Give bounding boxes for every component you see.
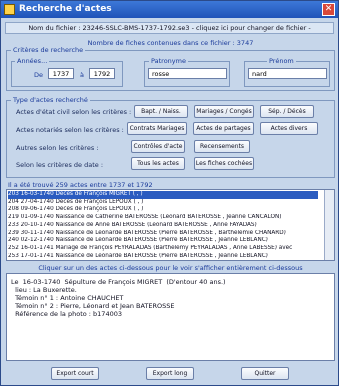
list-item[interactable]: 239 30-11-1740 Naissance de Léonarde BAT…	[8, 230, 318, 238]
fiches-cochees-button[interactable]: Les fiches cochées	[194, 157, 254, 170]
firstname-label: Prénom	[267, 57, 296, 65]
controles-acte-button[interactable]: Contrôles d'acte	[131, 140, 185, 153]
list-item[interactable]: 253 17-01-1741 Naissance de Léonarde BAT…	[8, 253, 318, 260]
window-title: Recherche d'actes	[19, 4, 112, 14]
list-item[interactable]: 252 16-01-1741 Mariage de François PEYRA…	[8, 245, 318, 253]
bapt-naiss-button[interactable]: Bapt. / Naiss.	[134, 105, 188, 118]
contrats-mariages-button[interactable]: Contrats Mariages	[127, 122, 187, 135]
firstname-input[interactable]: nard	[248, 68, 327, 79]
notary-row-label: Actes notariés selon les critères :	[16, 126, 124, 134]
criteria-group-label: Critères de recherche	[11, 46, 86, 54]
sep-deces-button[interactable]: Sép. / Décès	[260, 105, 314, 118]
other-row-label: Autres selon les critères :	[16, 144, 99, 152]
surname-label: Patronyme	[149, 57, 188, 65]
list-item[interactable]: 233 20-10-1740 Naissance de Anne BATEROS…	[8, 222, 318, 230]
year-to-input[interactable]: 1792	[89, 68, 115, 79]
export-court-button[interactable]: Export court	[51, 367, 99, 380]
actes-partages-button[interactable]: Actes de partages	[193, 122, 254, 135]
to-label: à	[80, 71, 84, 79]
date-row-label: Selon les critères de date :	[16, 161, 104, 169]
main-window: Recherche d'actes ✕ Nom du fichier : 232…	[0, 0, 339, 386]
list-item[interactable]: 203 16-03-1740 Décès de François MIGRET …	[8, 191, 318, 199]
surname-input[interactable]: rosse	[148, 68, 227, 79]
types-group-label: Type d'actes recherché	[11, 96, 90, 104]
title-bar[interactable]: Recherche d'actes ✕	[1, 1, 338, 18]
list-scrollbar[interactable]	[324, 190, 334, 260]
detail-line: Référence de la photo : b174003	[11, 310, 122, 318]
export-long-button[interactable]: Export long	[146, 367, 194, 380]
list-item[interactable]: 240 02-12-1740 Naissance de Léonarde BAT…	[8, 237, 318, 245]
list-item[interactable]: 219 01-09-1740 Naissance de Catherine BA…	[8, 214, 318, 222]
detail-line: Témoin n° 1 : Antoine CHAUCHET	[11, 294, 124, 302]
app-icon	[4, 4, 15, 15]
detail-line: Témoin n° 2 : Pierre, Léonard et Jean BA…	[11, 302, 175, 310]
close-icon[interactable]: ✕	[322, 3, 335, 16]
tous-actes-button[interactable]: Tous les actes	[131, 157, 185, 170]
list-item[interactable]: 204 27-04-1740 Décès de François LEPOUX …	[8, 199, 318, 207]
file-selector[interactable]: Nom du fichier : 23246-SSLC-BMS-1737-179…	[5, 22, 334, 34]
detail-box[interactable]: Le 16-03-1740 Sépulture de François MIGR…	[6, 273, 335, 361]
year-from-input[interactable]: 1737	[48, 68, 74, 79]
detail-hint: Cliquer sur un des actes ci-dessous pour…	[38, 264, 303, 272]
detail-line: lieu : La Buxerette.	[11, 286, 77, 294]
from-label: De	[34, 71, 44, 79]
list-item[interactable]: 208 09-06-1740 Décès de François LEPOUX …	[8, 206, 318, 214]
found-label: Il a été trouvé 259 actes entre 1737 et …	[8, 181, 153, 189]
civil-row-label: Actes d'état civil selon les critères :	[16, 108, 132, 116]
years-label: Années...	[15, 57, 50, 65]
results-list[interactable]: 203 16-03-1740 Décès de François MIGRET …	[6, 189, 335, 261]
mariages-conges-button[interactable]: Mariages / Congés	[194, 105, 254, 118]
quitter-button[interactable]: Quitter	[241, 367, 289, 380]
detail-line: Le 16-03-1740 Sépulture de François MIGR…	[11, 278, 226, 286]
actes-divers-button[interactable]: Actes divers	[260, 122, 318, 135]
recensements-button[interactable]: Recensements	[194, 140, 250, 153]
